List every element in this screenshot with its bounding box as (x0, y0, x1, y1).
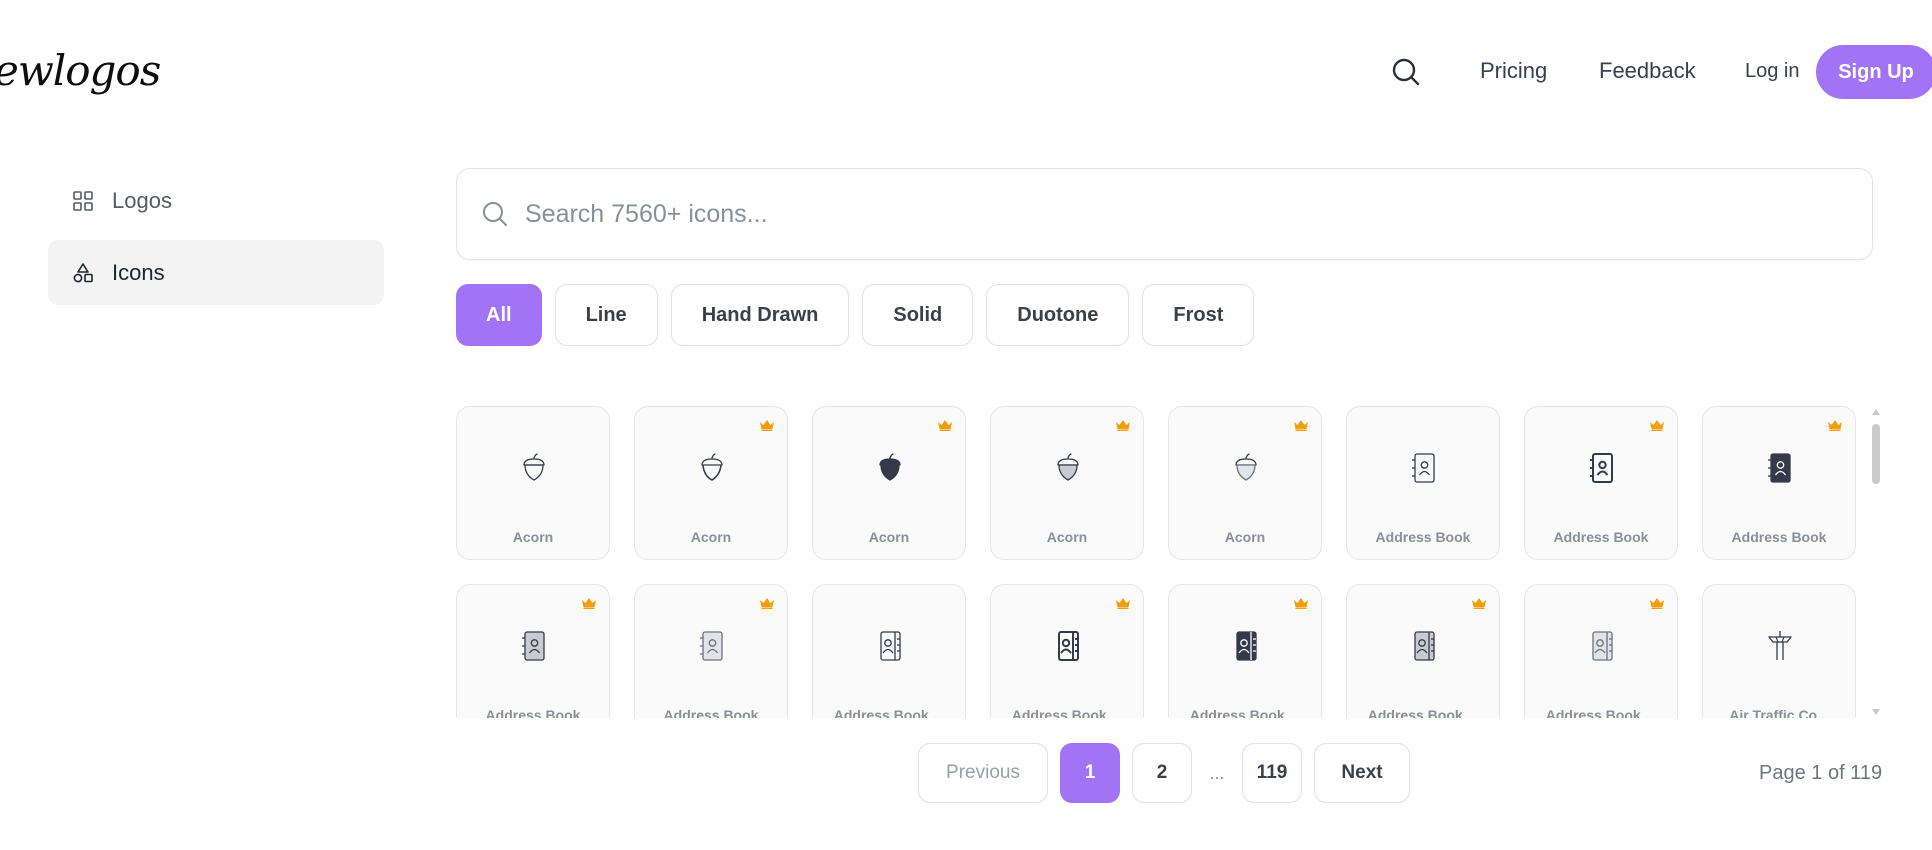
icon-card[interactable]: Address Book ... (1524, 584, 1678, 718)
icon-card-label: Address Book ... (1189, 707, 1301, 718)
crown-icon (938, 420, 952, 431)
icon-card[interactable]: Air Traffic Co... (1702, 584, 1856, 718)
icon-grid-viewport: Acorn Acorn Acorn Acorn Acorn Address Book Add… (456, 406, 1876, 718)
page-2-button[interactable]: 2 (1132, 743, 1192, 803)
address-book-icon (1058, 631, 1079, 661)
grid-scrollbar[interactable] (1870, 406, 1882, 718)
icon-card[interactable]: Acorn (634, 406, 788, 560)
sidebar-item-icons[interactable]: Icons (48, 240, 384, 305)
search-icon[interactable] (1391, 57, 1421, 87)
crown-icon (582, 598, 596, 609)
icon-card-label: Address Book (485, 707, 581, 718)
acorn-icon (523, 453, 545, 481)
icon-card-label: Acorn (512, 529, 554, 545)
login-link[interactable]: Log in (1745, 60, 1800, 83)
next-page-button[interactable]: Next (1314, 743, 1410, 803)
icon-card-label: Address Book (663, 707, 759, 718)
icon-card-label: Acorn (690, 529, 732, 545)
icon-card-label: Address Book ... (833, 707, 945, 718)
icon-card[interactable]: Address Book ... (1168, 584, 1322, 718)
acorn-icon (1235, 453, 1257, 481)
icon-card[interactable]: Address Book (1524, 406, 1678, 560)
icon-card-label: Acorn (1224, 529, 1266, 545)
icon-card[interactable]: Address Book (456, 584, 610, 718)
acorn-icon (879, 453, 901, 481)
crown-icon (1650, 598, 1664, 609)
scroll-down-arrow[interactable] (1872, 709, 1880, 715)
sidebar-item-label: Icons (112, 259, 165, 285)
icon-card-label: Address Book (1553, 529, 1649, 545)
filter-solid[interactable]: Solid (862, 284, 974, 346)
address-book-icon (522, 631, 545, 661)
icon-card-label: Acorn (1046, 529, 1088, 545)
grid-icon (73, 190, 93, 211)
acorn-icon (701, 453, 723, 481)
filter-hand-drawn[interactable]: Hand Drawn (670, 284, 850, 346)
icon-card-label: Address Book ... (1367, 707, 1479, 718)
icon-card[interactable]: Address Book ... (1346, 584, 1500, 718)
crown-icon (760, 598, 774, 609)
address-book-icon (1236, 631, 1257, 661)
icon-card-label: Air Traffic Co... (1729, 707, 1829, 718)
previous-page-button[interactable]: Previous (918, 743, 1048, 803)
address-book-icon (880, 631, 901, 661)
icon-card[interactable]: Acorn (1168, 406, 1322, 560)
filter-all[interactable]: All (456, 284, 542, 346)
address-book-icon (1414, 631, 1435, 661)
icon-search-box[interactable] (456, 168, 1873, 260)
scroll-up-arrow[interactable] (1872, 409, 1880, 415)
search-icon (483, 202, 507, 226)
signup-button[interactable]: Sign Up (1816, 45, 1932, 99)
acorn-icon (1057, 453, 1079, 481)
page-1-button[interactable]: 1 (1060, 743, 1120, 803)
address-book-icon (1592, 631, 1613, 661)
icon-card-label: Acorn (868, 529, 910, 545)
icon-card-label: Address Book ... (1545, 707, 1657, 718)
icon-card[interactable]: Address Book ... (812, 584, 966, 718)
nav-feedback-link[interactable]: Feedback (1599, 58, 1696, 84)
pagination: Previous 1 2 ... 119 Next (918, 743, 1410, 803)
icon-card[interactable]: Acorn (990, 406, 1144, 560)
crown-icon (1116, 598, 1130, 609)
sidebar-item-label: Logos (112, 187, 172, 213)
page-indicator: Page 1 of 119 (1759, 762, 1883, 784)
shapes-icon (73, 262, 93, 282)
icon-card[interactable]: Address Book (1702, 406, 1856, 560)
filter-duotone[interactable]: Duotone (986, 284, 1130, 346)
address-book-icon (700, 631, 723, 661)
sidebar-item-logos[interactable]: Logos (48, 168, 384, 233)
icon-card[interactable]: Acorn (456, 406, 610, 560)
address-book-icon (1768, 453, 1791, 483)
address-book-icon (1412, 453, 1435, 483)
icon-card-label: Address Book (1375, 529, 1471, 545)
icon-grid: Acorn Acorn Acorn Acorn Acorn Address Book Add… (456, 406, 1876, 718)
crown-icon (1294, 598, 1308, 609)
icon-card-label: Address Book ... (1011, 707, 1123, 718)
crown-icon (1294, 420, 1308, 431)
nav-pricing-link[interactable]: Pricing (1480, 58, 1547, 84)
crown-icon (1650, 420, 1664, 431)
top-navbar: ewlogos Pricing Feedback Log in Sign Up (0, 0, 1932, 145)
icon-card[interactable]: Address Book (1346, 406, 1500, 560)
air-traffic-control-icon (1768, 631, 1792, 660)
last-page-button[interactable]: 119 (1242, 743, 1302, 803)
scroll-thumb[interactable] (1872, 424, 1880, 484)
filter-line[interactable]: Line (554, 284, 658, 346)
pagination-ellipsis: ... (1209, 762, 1225, 783)
crown-icon (1828, 420, 1842, 431)
icon-card[interactable]: Address Book (634, 584, 788, 718)
icon-card[interactable]: Acorn (812, 406, 966, 560)
icon-card[interactable]: Address Book ... (990, 584, 1144, 718)
filter-frost[interactable]: Frost (1142, 284, 1255, 346)
icon-card-label: Address Book (1731, 529, 1827, 545)
crown-icon (1472, 598, 1486, 609)
site-logo[interactable]: ewlogos (0, 46, 161, 95)
crown-icon (1116, 420, 1130, 431)
crown-icon (760, 420, 774, 431)
search-input[interactable] (525, 199, 1825, 229)
address-book-icon (1590, 453, 1613, 483)
style-filter-tabs: All Line Hand Drawn Solid Duotone Frost (456, 284, 1255, 346)
